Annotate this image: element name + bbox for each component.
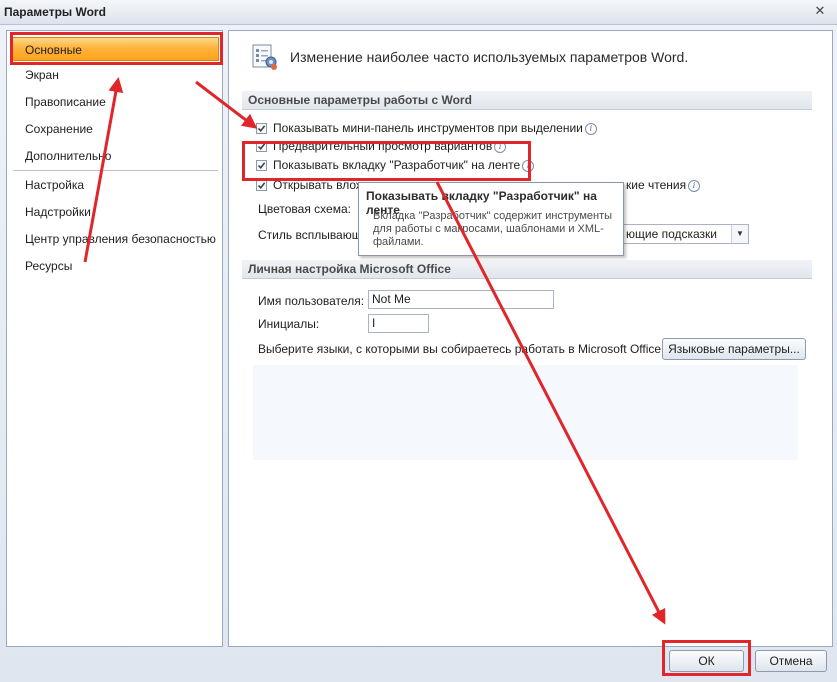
- option-label: Показывать мини-панель инструментов при …: [273, 121, 583, 135]
- background-watermark: [253, 365, 798, 460]
- checkbox-developer-tab[interactable]: [256, 160, 267, 171]
- section-header-personalize: Личная настройка Microsoft Office: [242, 260, 812, 279]
- checkbox-open-attachments[interactable]: [256, 180, 267, 191]
- info-icon: i: [688, 180, 701, 192]
- sidebar-item-save[interactable]: Сохранение: [7, 117, 220, 141]
- screentip-style-select[interactable]: ющие подсказки ▼: [621, 224, 749, 244]
- close-icon[interactable]: ✕: [810, 2, 830, 20]
- sidebar-item-advanced[interactable]: Дополнительно: [7, 144, 220, 168]
- option-developer-tab[interactable]: Показывать вкладку "Разработчик" на лент…: [256, 156, 535, 174]
- page-title: Изменение наиболее часто используемых па…: [290, 49, 689, 65]
- sidebar: Основные Экран Правописание Сохранение Д…: [6, 30, 223, 647]
- option-label: Открывать влож: [273, 178, 364, 192]
- content-panel: Изменение наиболее часто используемых па…: [228, 30, 833, 647]
- checkbox-live-preview[interactable]: [256, 141, 267, 152]
- username-input[interactable]: Not Me: [368, 290, 554, 309]
- languages-label: Выберите языки, с которыми вы собираетес…: [258, 342, 665, 356]
- info-icon: i: [522, 160, 535, 172]
- option-mini-toolbar[interactable]: Показывать мини-панель инструментов при …: [256, 119, 597, 137]
- username-label: Имя пользователя:: [258, 294, 365, 308]
- initials-input[interactable]: I: [368, 314, 429, 333]
- window-title: Параметры Word: [4, 5, 106, 19]
- screentip-style-value: ющие подсказки: [626, 227, 718, 241]
- sidebar-item-addins[interactable]: Надстройки: [7, 200, 220, 224]
- info-icon: i: [584, 123, 597, 135]
- screentip-body: Вкладка "Разработчик" содержит инструмен…: [373, 210, 613, 248]
- sidebar-item-customize[interactable]: Настройка: [7, 173, 220, 197]
- checkbox-mini-toolbar[interactable]: [256, 123, 267, 134]
- option-open-attachments[interactable]: Открывать влож: [256, 176, 364, 194]
- option-label-tail: кие чтения: [626, 178, 687, 192]
- option-label: Предварительный просмотр вариантов: [273, 139, 493, 153]
- initials-label: Инициалы:: [258, 317, 320, 331]
- sidebar-item-trust-center[interactable]: Центр управления безопасностью: [7, 227, 220, 251]
- option-label: Показывать вкладку "Разработчик" на лент…: [273, 158, 521, 172]
- sidebar-item-display[interactable]: Экран: [7, 63, 220, 87]
- ok-button[interactable]: ОК: [669, 650, 744, 672]
- cancel-button[interactable]: Отмена: [755, 650, 827, 672]
- screentip-style-label: Стиль всплывающи: [258, 228, 369, 242]
- sidebar-item-resources[interactable]: Ресурсы: [7, 254, 220, 278]
- chevron-down-icon[interactable]: ▼: [731, 225, 748, 243]
- sidebar-item-general[interactable]: Основные: [11, 37, 219, 61]
- section-header-basic: Основные параметры работы с Word: [242, 91, 812, 110]
- screentip-popup: Показывать вкладку "Разработчик" на лент…: [358, 182, 624, 256]
- info-icon: i: [494, 141, 507, 153]
- language-settings-button[interactable]: Языковые параметры...: [662, 338, 806, 360]
- sidebar-item-proofing[interactable]: Правописание: [7, 90, 220, 114]
- option-open-attachments-tail: кие чтения i: [626, 176, 701, 194]
- color-scheme-label: Цветовая схема:: [258, 202, 351, 216]
- sidebar-divider: [13, 170, 218, 171]
- option-live-preview[interactable]: Предварительный просмотр вариантов i: [256, 137, 507, 155]
- title-bar: Параметры Word ✕: [0, 0, 837, 25]
- settings-icon: [252, 44, 277, 70]
